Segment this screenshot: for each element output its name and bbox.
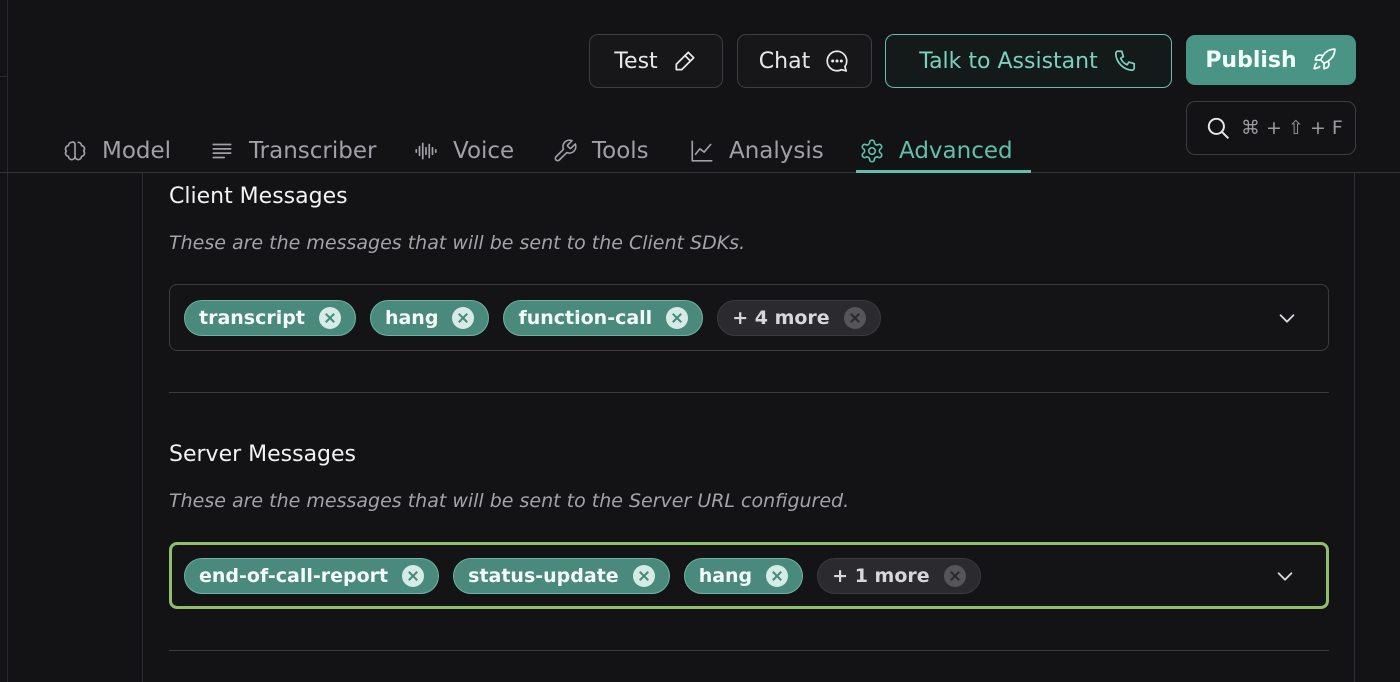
server-messages-description: These are the messages that will be sent… xyxy=(169,490,850,512)
chip-label: hang xyxy=(384,306,439,329)
chip-status-update: status-update xyxy=(453,557,670,594)
tab-tools-label: Tools xyxy=(592,138,649,164)
clear-more-icon[interactable] xyxy=(843,306,866,329)
chat-button-label: Chat xyxy=(758,48,811,74)
chip-more[interactable]: + 1 more xyxy=(817,557,981,594)
chip-label: transcript xyxy=(199,306,305,329)
section-divider xyxy=(169,392,1329,393)
talk-to-assistant-button[interactable]: Talk to Assistant xyxy=(885,34,1172,88)
remove-chip-icon[interactable] xyxy=(666,306,689,329)
clear-more-icon[interactable] xyxy=(943,564,966,587)
chip-label: status-update xyxy=(468,564,619,587)
talk-button-label: Talk to Assistant xyxy=(919,48,1098,74)
chat-button[interactable]: Chat xyxy=(737,34,872,88)
tab-tools[interactable]: Tools xyxy=(552,130,649,172)
tab-transcriber[interactable]: Transcriber xyxy=(209,130,376,172)
tab-voice-label: Voice xyxy=(453,138,515,164)
chip-more-label: + 4 more xyxy=(732,306,830,329)
tab-model-label: Model xyxy=(102,138,172,164)
section-divider xyxy=(169,650,1329,651)
remove-chip-icon[interactable] xyxy=(766,564,789,587)
chip-end-of-call-report: end-of-call-report xyxy=(184,557,440,594)
client-messages-description: These are the messages that will be sent… xyxy=(169,232,746,254)
brain-icon xyxy=(64,141,86,161)
publish-button[interactable]: Publish xyxy=(1186,35,1356,85)
text-lines-icon xyxy=(212,143,232,159)
active-tab-indicator xyxy=(856,170,1031,173)
chip-label: end-of-call-report xyxy=(199,564,389,587)
chip-more-label: + 1 more xyxy=(832,564,930,587)
chevron-down-icon[interactable] xyxy=(1276,307,1298,329)
left-border-tick xyxy=(0,76,8,77)
chip-hang: hang xyxy=(369,299,490,336)
tab-analysis[interactable]: Analysis xyxy=(689,130,824,172)
chip-hang: hang xyxy=(683,557,804,594)
server-messages-title: Server Messages xyxy=(169,442,357,467)
tab-advanced[interactable]: Advanced xyxy=(859,130,1013,172)
chip-function-call: function-call xyxy=(503,299,704,336)
client-messages-chips: transcript hang function-call + 4 more xyxy=(184,299,881,336)
waveform-icon xyxy=(415,142,437,160)
chat-bubble-icon xyxy=(826,50,848,72)
phone-icon xyxy=(1114,50,1135,72)
server-messages-select[interactable]: end-of-call-report status-update hang + … xyxy=(169,542,1329,609)
chart-icon xyxy=(691,140,713,162)
panel-border-right xyxy=(1354,173,1355,682)
chip-more[interactable]: + 4 more xyxy=(717,299,881,336)
tab-analysis-label: Analysis xyxy=(729,138,824,164)
panel-border-left xyxy=(142,173,143,682)
client-messages-title: Client Messages xyxy=(169,184,348,209)
remove-chip-icon[interactable] xyxy=(318,306,341,329)
server-messages-chips: end-of-call-report status-update hang + … xyxy=(184,557,981,594)
tab-model[interactable]: Model xyxy=(62,130,171,172)
remove-chip-icon[interactable] xyxy=(402,564,425,587)
chip-label: function-call xyxy=(518,306,653,329)
test-button[interactable]: Test xyxy=(589,34,723,88)
chevron-down-icon[interactable] xyxy=(1274,565,1296,587)
tab-transcriber-label: Transcriber xyxy=(249,138,377,164)
remove-chip-icon[interactable] xyxy=(452,306,475,329)
rocket-icon xyxy=(1313,48,1336,70)
publish-button-label: Publish xyxy=(1205,47,1297,73)
chip-transcript: transcript xyxy=(184,299,356,336)
remove-chip-icon[interactable] xyxy=(632,564,655,587)
chip-label: hang xyxy=(698,564,753,587)
tab-advanced-label: Advanced xyxy=(899,138,1013,164)
client-messages-select[interactable]: transcript hang function-call + 4 more xyxy=(169,284,1329,351)
tab-voice[interactable]: Voice xyxy=(413,130,514,172)
left-border xyxy=(7,0,8,682)
wrench-icon xyxy=(554,139,577,162)
gear-icon xyxy=(861,139,883,163)
tab-bar: Model Transcriber Voice Tools Analysis A… xyxy=(0,120,1400,173)
test-button-label: Test xyxy=(614,48,658,74)
pencil-icon xyxy=(675,51,695,71)
